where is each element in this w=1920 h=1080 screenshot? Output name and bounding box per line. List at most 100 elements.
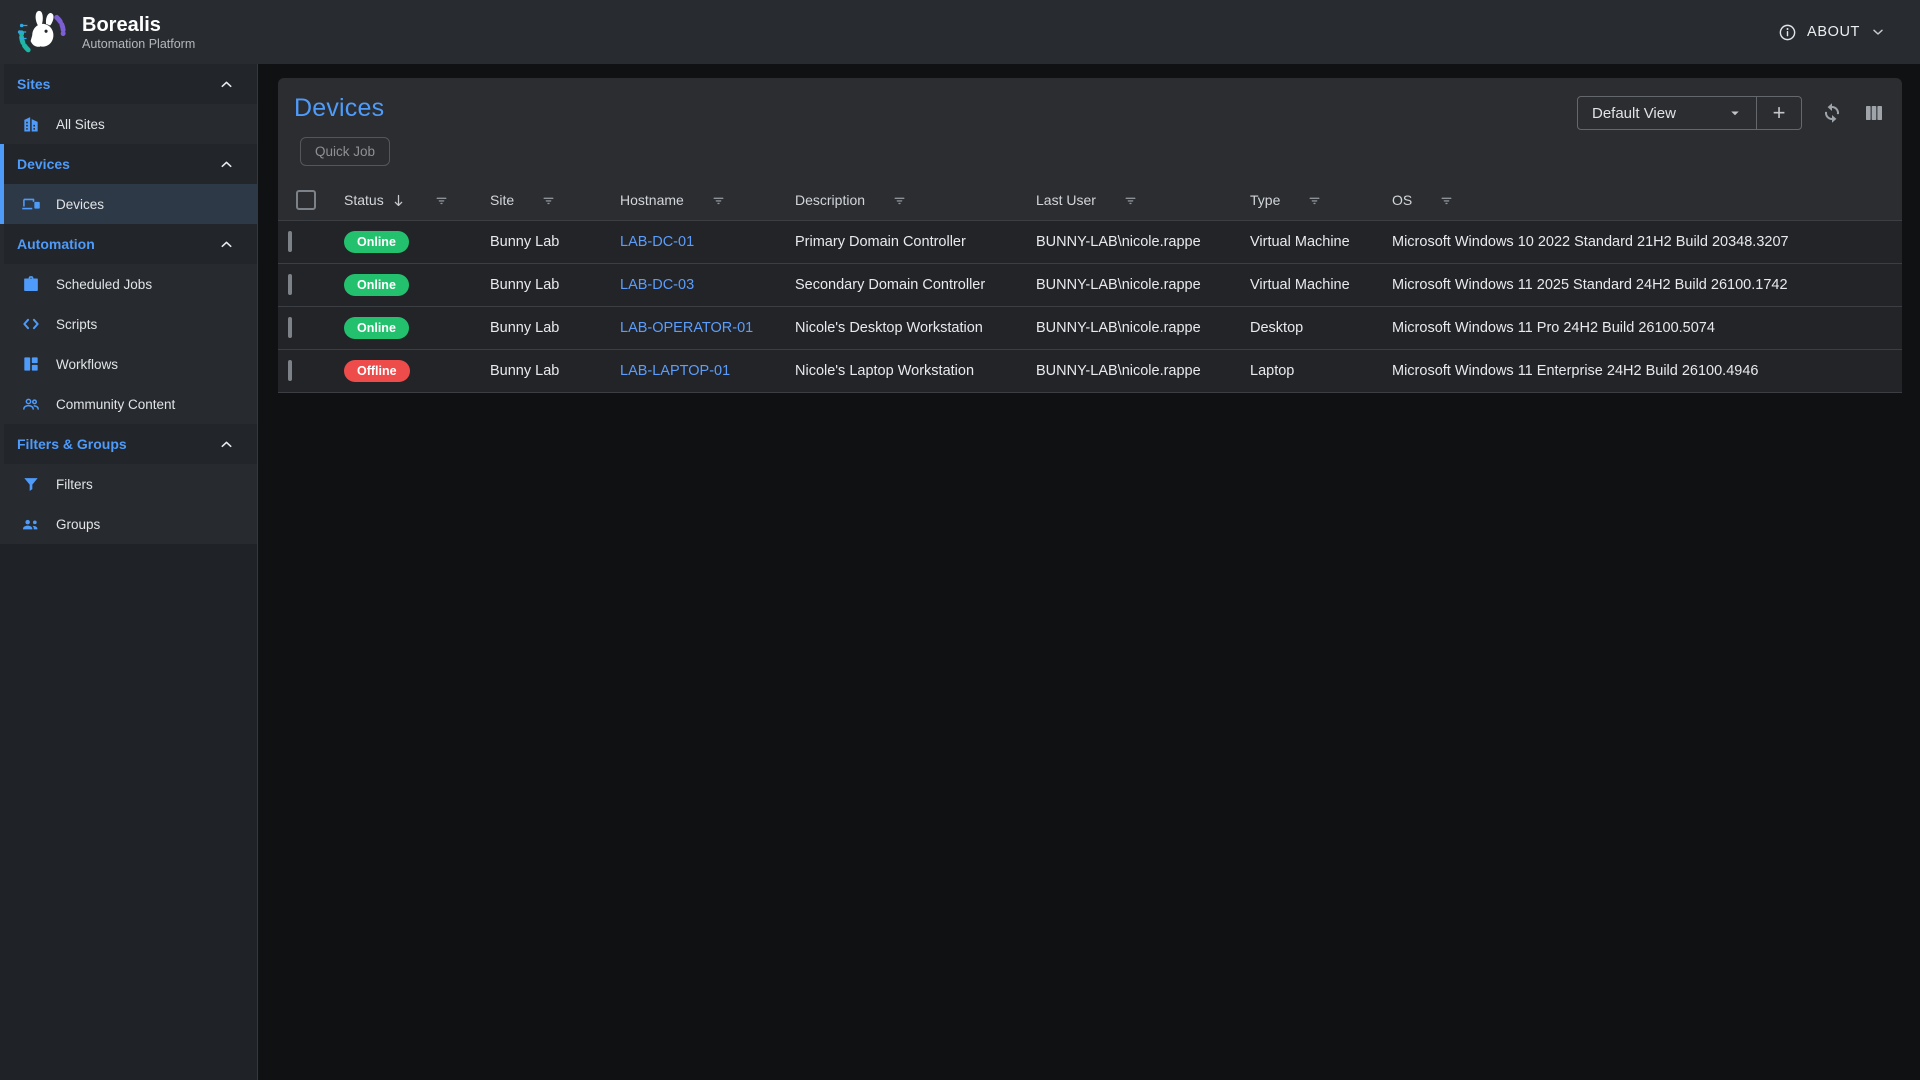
brand-home-link[interactable]: Borealis Automation Platform xyxy=(16,6,195,58)
row-actions-button[interactable] xyxy=(1864,314,1888,338)
column-label: Last User xyxy=(1036,192,1096,208)
filter-list-icon[interactable] xyxy=(891,192,908,209)
sidebar-item-community-content[interactable]: Community Content xyxy=(4,384,257,424)
column-header-hostname[interactable]: Hostname xyxy=(620,192,684,208)
row-checkbox[interactable] xyxy=(288,274,292,295)
column-header-status[interactable]: Status xyxy=(344,192,407,209)
type-cell: Virtual Machine xyxy=(1242,234,1384,250)
refresh-button[interactable] xyxy=(1820,101,1844,125)
filter-list-icon[interactable] xyxy=(710,192,727,209)
os-cell: Microsoft Windows 11 Enterprise 24H2 Bui… xyxy=(1384,363,1852,379)
table-row: Offline Bunny Lab LAB-LAPTOP-01 Nicole's… xyxy=(278,349,1902,392)
site-cell: Bunny Lab xyxy=(482,234,612,250)
sidebar-section-items: Filters Groups xyxy=(4,464,257,544)
view-select[interactable]: Default View xyxy=(1578,97,1756,129)
sidebar-item-groups[interactable]: Groups xyxy=(4,504,257,544)
select-all-checkbox[interactable] xyxy=(296,190,316,210)
row-checkbox[interactable] xyxy=(288,231,292,252)
sidebar-section-label: Filters & Groups xyxy=(17,436,127,452)
filter-list-icon[interactable] xyxy=(1306,192,1323,209)
last-user-cell: BUNNY-LAB\nicole.rappe xyxy=(1028,234,1242,250)
sidebar-item-devices[interactable]: Devices xyxy=(4,184,257,224)
last-user-cell: BUNNY-LAB\nicole.rappe xyxy=(1028,277,1242,293)
sidebar-item-label: Scripts xyxy=(56,317,97,332)
column-label: Status xyxy=(344,192,384,208)
row-actions-button[interactable] xyxy=(1864,357,1888,381)
sidebar-item-all-sites[interactable]: All Sites xyxy=(4,104,257,144)
table-row: Online Bunny Lab LAB-OPERATOR-01 Nicole'… xyxy=(278,306,1902,349)
sidebar-section-header[interactable]: Automation xyxy=(4,224,257,264)
filter-list-icon[interactable] xyxy=(1438,192,1455,209)
sidebar-section-automation: Automation Scheduled Jobs Scripts Workfl… xyxy=(0,224,257,424)
hostname-link[interactable]: LAB-LAPTOP-01 xyxy=(612,363,787,379)
sidebar-item-workflows[interactable]: Workflows xyxy=(4,344,257,384)
about-label: ABOUT xyxy=(1807,24,1860,40)
sidebar-item-scripts[interactable]: Scripts xyxy=(4,304,257,344)
column-header-os[interactable]: OS xyxy=(1392,192,1412,208)
filter-list-icon[interactable] xyxy=(433,192,450,209)
sidebar-section-header[interactable]: Sites xyxy=(4,64,257,104)
os-cell: Microsoft Windows 10 2022 Standard 21H2 … xyxy=(1384,234,1852,250)
quick-job-button[interactable]: Quick Job xyxy=(300,137,390,166)
view-columns-icon xyxy=(1862,101,1886,125)
borealis-rabbit-logo-icon xyxy=(16,6,68,58)
status-badge: Online xyxy=(344,231,409,253)
column-label: OS xyxy=(1392,192,1412,208)
column-header-description[interactable]: Description xyxy=(795,192,865,208)
os-cell: Microsoft Windows 11 2025 Standard 24H2 … xyxy=(1384,277,1852,293)
last-user-cell: BUNNY-LAB\nicole.rappe xyxy=(1028,363,1242,379)
status-badge: Online xyxy=(344,317,409,339)
sidebar-item-label: Devices xyxy=(56,197,104,212)
hostname-link[interactable]: LAB-OPERATOR-01 xyxy=(612,320,787,336)
code-icon xyxy=(21,314,41,334)
add-view-button[interactable]: + xyxy=(1757,97,1801,129)
chevron-up-icon xyxy=(218,76,235,93)
hostname-link[interactable]: LAB-DC-03 xyxy=(612,277,787,293)
row-checkbox[interactable] xyxy=(288,360,292,381)
last-user-cell: BUNNY-LAB\nicole.rappe xyxy=(1028,320,1242,336)
site-cell: Bunny Lab xyxy=(482,363,612,379)
sidebar-section-header[interactable]: Filters & Groups xyxy=(4,424,257,464)
sidebar-section-label: Automation xyxy=(17,236,95,252)
hostname-link[interactable]: LAB-DC-01 xyxy=(612,234,787,250)
column-label: Description xyxy=(795,192,865,208)
device-table-body: Online Bunny Lab LAB-DC-01 Primary Domai… xyxy=(278,220,1902,392)
column-header-last-user[interactable]: Last User xyxy=(1036,192,1096,208)
workflow-icon xyxy=(21,354,41,374)
status-badge: Offline xyxy=(344,360,410,382)
sidebar-section-header[interactable]: Devices xyxy=(4,144,257,184)
view-group: Default View + xyxy=(1577,96,1802,130)
sidebar-item-scheduled-jobs[interactable]: Scheduled Jobs xyxy=(4,264,257,304)
chevron-up-icon xyxy=(218,436,235,453)
brand-title: Borealis xyxy=(82,14,195,37)
site-cell: Bunny Lab xyxy=(482,320,612,336)
filter-list-icon[interactable] xyxy=(1122,192,1139,209)
filter-list-icon[interactable] xyxy=(540,192,557,209)
building-icon xyxy=(21,114,41,134)
column-header-site[interactable]: Site xyxy=(490,192,514,208)
sidebar-item-label: Scheduled Jobs xyxy=(56,277,152,292)
sidebar-item-filters[interactable]: Filters xyxy=(4,464,257,504)
row-actions-button[interactable] xyxy=(1864,228,1888,252)
funnel-icon xyxy=(21,474,41,494)
column-header-type[interactable]: Type xyxy=(1250,192,1280,208)
site-cell: Bunny Lab xyxy=(482,277,612,293)
columns-button[interactable] xyxy=(1862,101,1886,125)
sort-desc-icon xyxy=(390,192,407,209)
sidebar-section-items: All Sites xyxy=(4,104,257,144)
row-checkbox[interactable] xyxy=(288,317,292,338)
briefcase-icon xyxy=(21,274,41,294)
groups-icon xyxy=(21,514,41,534)
os-cell: Microsoft Windows 11 Pro 24H2 Build 2610… xyxy=(1384,320,1852,336)
row-actions-button[interactable] xyxy=(1864,271,1888,295)
sidebar-section-items: Scheduled Jobs Scripts Workflows Communi… xyxy=(4,264,257,424)
info-icon xyxy=(1778,23,1797,42)
about-button[interactable]: ABOUT xyxy=(1772,15,1892,50)
sidebar-item-label: Filters xyxy=(56,477,93,492)
description-cell: Secondary Domain Controller xyxy=(787,277,1028,293)
sidebar-section-filters-groups: Filters & Groups Filters Groups xyxy=(0,424,257,544)
column-label: Site xyxy=(490,192,514,208)
sidebar-section-label: Devices xyxy=(17,156,70,172)
page-title: Devices xyxy=(294,94,390,123)
sidebar-item-label: All Sites xyxy=(56,117,105,132)
